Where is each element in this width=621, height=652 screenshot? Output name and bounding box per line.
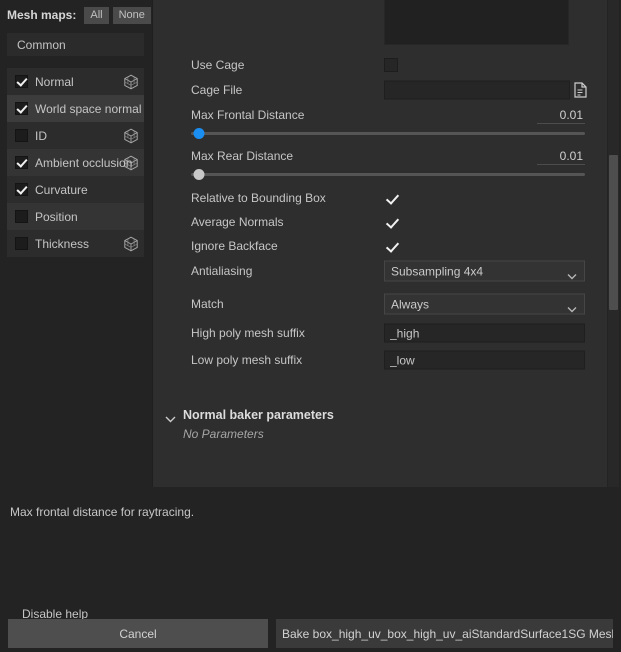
no-parameters-text: No Parameters bbox=[183, 427, 264, 441]
mesh-map-checkbox[interactable] bbox=[15, 210, 28, 223]
mesh-map-label: Curvature bbox=[35, 182, 88, 197]
row-max-rear-distance: Max Rear Distance 0.01 bbox=[153, 147, 608, 189]
ignore-backface-label: Ignore Backface bbox=[191, 239, 278, 253]
row-ignore-backface: Ignore Backface bbox=[153, 234, 608, 258]
row-cage-file: Cage File bbox=[153, 78, 608, 102]
row-average-normals: Average Normals bbox=[153, 210, 608, 234]
cage-file-input[interactable] bbox=[384, 80, 570, 100]
use-cage-label: Use Cage bbox=[191, 58, 245, 72]
mesh-cube-icon[interactable] bbox=[123, 155, 139, 171]
max-frontal-distance-value[interactable]: 0.01 bbox=[537, 108, 585, 124]
mesh-map-row[interactable]: Thickness bbox=[7, 230, 144, 257]
mesh-map-row[interactable]: Ambient occlusion bbox=[7, 149, 144, 176]
max-frontal-distance-slider[interactable] bbox=[191, 128, 585, 139]
mesh-map-checkbox[interactable] bbox=[15, 102, 28, 115]
max-rear-distance-value[interactable]: 0.01 bbox=[537, 149, 585, 165]
mesh-cube-icon[interactable] bbox=[123, 236, 139, 252]
row-relative-to-bounding-box: Relative to Bounding Box bbox=[153, 186, 608, 210]
cage-file-label: Cage File bbox=[191, 83, 243, 97]
low-poly-suffix-label: Low poly mesh suffix bbox=[191, 353, 303, 367]
mesh-map-checkbox[interactable] bbox=[15, 237, 28, 250]
row-match: Match Always bbox=[153, 292, 608, 316]
max-frontal-distance-label: Max Frontal Distance bbox=[191, 108, 305, 122]
mesh-map-checkbox[interactable] bbox=[15, 75, 28, 88]
chevron-down-icon bbox=[165, 412, 176, 423]
mesh-map-label: ID bbox=[35, 128, 47, 143]
panel-scrollbar-thumb[interactable] bbox=[609, 155, 618, 310]
mesh-cube-icon[interactable] bbox=[123, 128, 139, 144]
average-normals-label: Average Normals bbox=[191, 215, 284, 229]
mesh-map-checkbox[interactable] bbox=[15, 183, 28, 196]
max-rear-distance-slider[interactable] bbox=[191, 169, 585, 180]
chevron-down-icon bbox=[567, 268, 577, 279]
mesh-map-label: Ambient occlusion bbox=[35, 155, 133, 170]
mesh-map-row[interactable]: World space normal bbox=[7, 95, 144, 122]
row-antialiasing: Antialiasing Subsampling 4x4 bbox=[153, 259, 608, 283]
max-rear-distance-label: Max Rear Distance bbox=[191, 149, 294, 163]
match-value: Always bbox=[391, 297, 430, 311]
mesh-map-checkbox[interactable] bbox=[15, 129, 28, 142]
row-low-poly-suffix: Low poly mesh suffix bbox=[153, 348, 608, 372]
mesh-map-checkbox[interactable] bbox=[15, 156, 28, 169]
mesh-map-label: World space normal bbox=[35, 101, 142, 116]
panel-scrollbar-track[interactable] bbox=[608, 0, 619, 487]
low-poly-suffix-input[interactable] bbox=[384, 350, 585, 370]
select-all-button[interactable]: All bbox=[84, 6, 109, 24]
row-max-frontal-distance: Max Frontal Distance 0.01 bbox=[153, 106, 608, 148]
mesh-map-label: Thickness bbox=[35, 236, 90, 251]
average-normals-checkbox[interactable] bbox=[384, 215, 398, 229]
bake-mesh-maps-button[interactable]: Bake box_high_uv_box_high_uv_aiStandardS… bbox=[276, 619, 613, 648]
normal-baker-parameters-section-header[interactable]: Normal baker parameters bbox=[153, 405, 608, 425]
use-cage-checkbox[interactable] bbox=[384, 58, 398, 72]
mesh-map-row[interactable]: Position bbox=[7, 203, 144, 230]
normal-baker-parameters-title: Normal baker parameters bbox=[183, 408, 334, 422]
file-browse-icon[interactable] bbox=[573, 82, 587, 98]
mesh-maps-title: Mesh maps: bbox=[7, 8, 77, 22]
mesh-cube-icon[interactable] bbox=[123, 74, 139, 90]
antialiasing-value: Subsampling 4x4 bbox=[391, 264, 484, 278]
antialiasing-label: Antialiasing bbox=[191, 264, 253, 278]
ignore-backface-checkbox[interactable] bbox=[384, 239, 398, 253]
max-rear-distance-handle[interactable] bbox=[193, 169, 205, 180]
mesh-map-baker-window: Mesh maps: All None Common Normal World s… bbox=[0, 0, 621, 652]
match-select[interactable]: Always bbox=[384, 293, 585, 315]
match-label: Match bbox=[191, 297, 224, 311]
mesh-map-list: Normal World space normal ID Ambient occlus… bbox=[7, 68, 144, 257]
mesh-maps-header: Mesh maps: All None bbox=[7, 5, 151, 25]
antialiasing-select[interactable]: Subsampling 4x4 bbox=[384, 260, 585, 282]
high-poly-suffix-label: High poly mesh suffix bbox=[191, 326, 305, 340]
relative-to-bounding-box-label: Relative to Bounding Box bbox=[191, 191, 326, 205]
chevron-down-icon bbox=[567, 301, 577, 312]
row-use-cage: Use Cage bbox=[153, 53, 608, 77]
preview-thumbnail bbox=[384, 0, 569, 45]
mesh-map-label: Position bbox=[35, 209, 78, 224]
dialog-button-bar: Cancel Bake box_high_uv_box_high_uv_aiSt… bbox=[0, 617, 621, 650]
relative-to-bounding-box-checkbox[interactable] bbox=[384, 191, 398, 205]
help-text: Max frontal distance for raytracing. bbox=[10, 505, 195, 519]
baker-parameters-panel: Use Cage Cage File Max Frontal Distance … bbox=[152, 0, 607, 487]
mesh-map-row[interactable]: Curvature bbox=[7, 176, 144, 203]
mesh-map-row[interactable]: Normal bbox=[7, 68, 144, 95]
mesh-map-group-common[interactable]: Common bbox=[7, 33, 144, 56]
mesh-map-row[interactable]: ID bbox=[7, 122, 144, 149]
row-high-poly-suffix: High poly mesh suffix bbox=[153, 321, 608, 345]
select-none-button[interactable]: None bbox=[112, 6, 151, 24]
max-frontal-distance-handle[interactable] bbox=[193, 128, 205, 139]
mesh-maps-sidebar: Mesh maps: All None Common Normal World s… bbox=[0, 0, 151, 490]
cancel-button[interactable]: Cancel bbox=[8, 619, 268, 648]
mesh-map-label: Normal bbox=[35, 74, 74, 89]
high-poly-suffix-input[interactable] bbox=[384, 323, 585, 343]
